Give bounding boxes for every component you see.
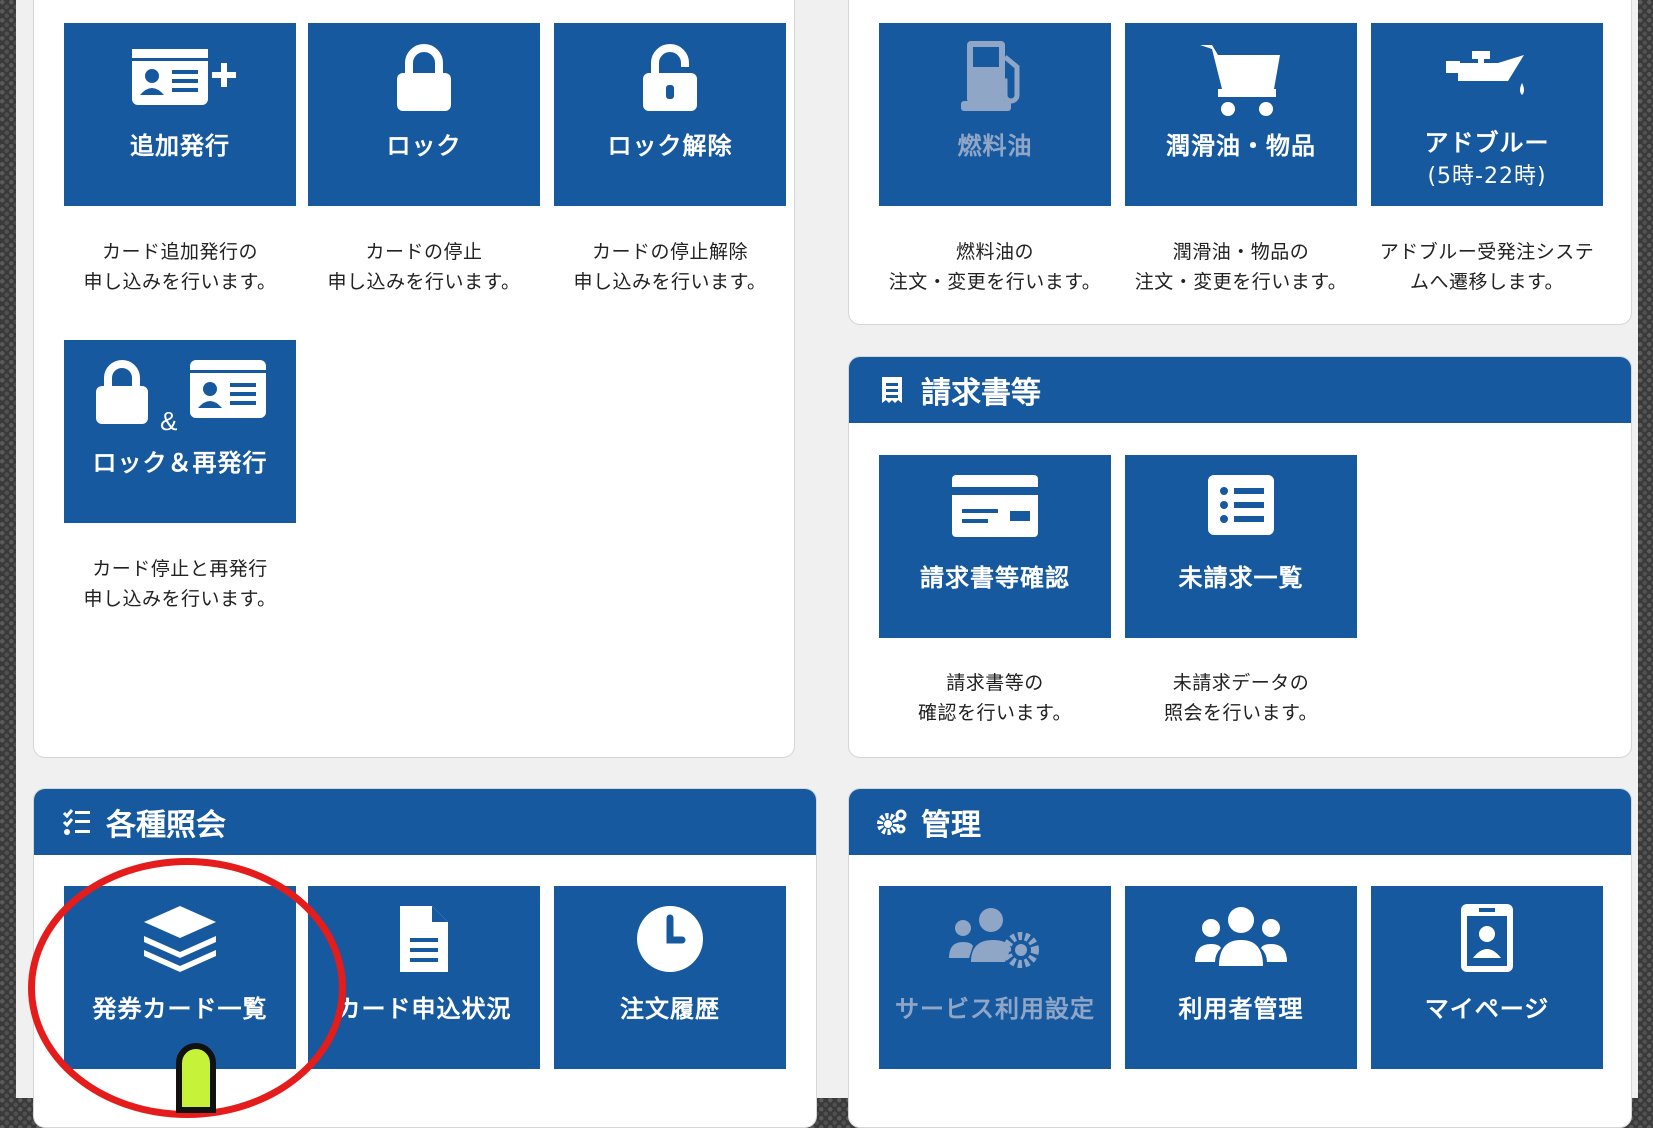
fuel-oil-label: 燃料油 (957, 132, 1033, 160)
admin-panel-header: 管理 (849, 789, 1631, 855)
unbilled-list-tile[interactable]: 未請求一覧 (1125, 455, 1357, 638)
add-issue-description: カード追加発行の 申し込みを行います。 (83, 241, 277, 293)
unbilled-list-description: 未請求データの 照会を行います。 (1163, 672, 1319, 724)
clock-icon (637, 906, 703, 972)
order-history-tile[interactable]: 注文履歴 (554, 886, 786, 1069)
user-management-label: 利用者管理 (1178, 995, 1304, 1023)
receipt-icon (882, 377, 902, 403)
id-card-add-icon (132, 49, 236, 105)
lock-description: カードの停止 申し込みを行います。 (327, 241, 521, 293)
lubricant-goods-description: 潤滑油・物品の 注文・変更を行います。 (1134, 241, 1348, 293)
add-issue-label: 追加発行 (130, 132, 230, 160)
lock-reissue-description: カード停止と再発行 申し込みを行います。 (83, 558, 277, 610)
issued-card-list-label: 発券カード一覧 (92, 995, 268, 1023)
unlock-tile[interactable]: ロック解除 (554, 23, 786, 206)
unlock-description: カードの停止解除 申し込みを行います。 (573, 241, 767, 293)
inquiry-panel-header: 各種照会 (34, 789, 816, 855)
adblue-tile[interactable]: アドブルー (5時-22時) (1371, 23, 1603, 206)
unlock-label: ロック解除 (607, 132, 733, 160)
invoice-check-label: 請求書等確認 (920, 564, 1070, 592)
id-badge-icon (1461, 904, 1513, 972)
invoice-panel-header: 請求書等 (849, 357, 1631, 423)
layers-icon (144, 906, 216, 972)
adblue-label: アドブルー (5時-22時) (1424, 129, 1550, 189)
checklist-icon (62, 809, 90, 835)
unlock-icon (643, 44, 697, 111)
list-icon (1208, 475, 1274, 535)
lubricant-goods-tile[interactable]: 潤滑油・物品 (1125, 23, 1357, 206)
add-issue-tile[interactable]: 追加発行 (64, 23, 296, 206)
lock-and-id-card-icon: & (96, 360, 266, 434)
issued-card-list-tile[interactable]: 発券カード一覧 (64, 886, 296, 1069)
menu-page: 追加発行 カード追加発行の 申し込みを行います。 ロック カードの停止 申し込み… (16, 0, 1638, 1128)
invoice-check-description: 請求書等の 確認を行います。 (917, 672, 1073, 724)
my-page-tile[interactable]: マイページ (1371, 886, 1603, 1069)
invoice-card-icon (952, 475, 1038, 537)
document-icon (400, 906, 448, 972)
lock-icon (397, 44, 451, 111)
invoice-panel-title: 請求書等 (921, 376, 1041, 411)
fuel-oil-tile[interactable]: 燃料油 (879, 23, 1111, 206)
fuel-oil-description: 燃料油の 注文・変更を行います。 (888, 241, 1102, 293)
svg-text:&: & (160, 406, 177, 434)
service-settings-label: サービス利用設定 (895, 995, 1095, 1023)
gears-icon (877, 809, 907, 835)
unbilled-list-label: 未請求一覧 (1178, 564, 1304, 592)
adblue-description: アドブルー受発注システ ムへ遷移します。 (1379, 241, 1595, 293)
lock-reissue-tile[interactable]: & ロック＆再発行 (64, 340, 296, 523)
my-page-label: マイページ (1424, 995, 1550, 1023)
card-application-status-label: カード申込状況 (336, 995, 512, 1023)
gas-pump-icon (961, 41, 1020, 111)
users-icon (1195, 907, 1287, 966)
admin-panel-title: 管理 (921, 808, 981, 843)
lock-label: ロック (386, 132, 462, 160)
users-gear-icon (949, 908, 1039, 968)
shopping-cart-icon (1200, 45, 1280, 116)
user-management-tile[interactable]: 利用者管理 (1125, 886, 1357, 1069)
lock-tile[interactable]: ロック (308, 23, 540, 206)
order-history-label: 注文履歴 (620, 995, 720, 1023)
lubricant-goods-label: 潤滑油・物品 (1166, 132, 1316, 160)
service-settings-tile[interactable]: サービス利用設定 (879, 886, 1111, 1069)
invoice-check-tile[interactable]: 請求書等確認 (879, 455, 1111, 638)
card-application-status-tile[interactable]: カード申込状況 (308, 886, 540, 1069)
oil-can-icon (1446, 51, 1524, 95)
inquiry-panel-title: 各種照会 (106, 808, 226, 843)
lock-reissue-label: ロック＆再発行 (92, 449, 268, 477)
